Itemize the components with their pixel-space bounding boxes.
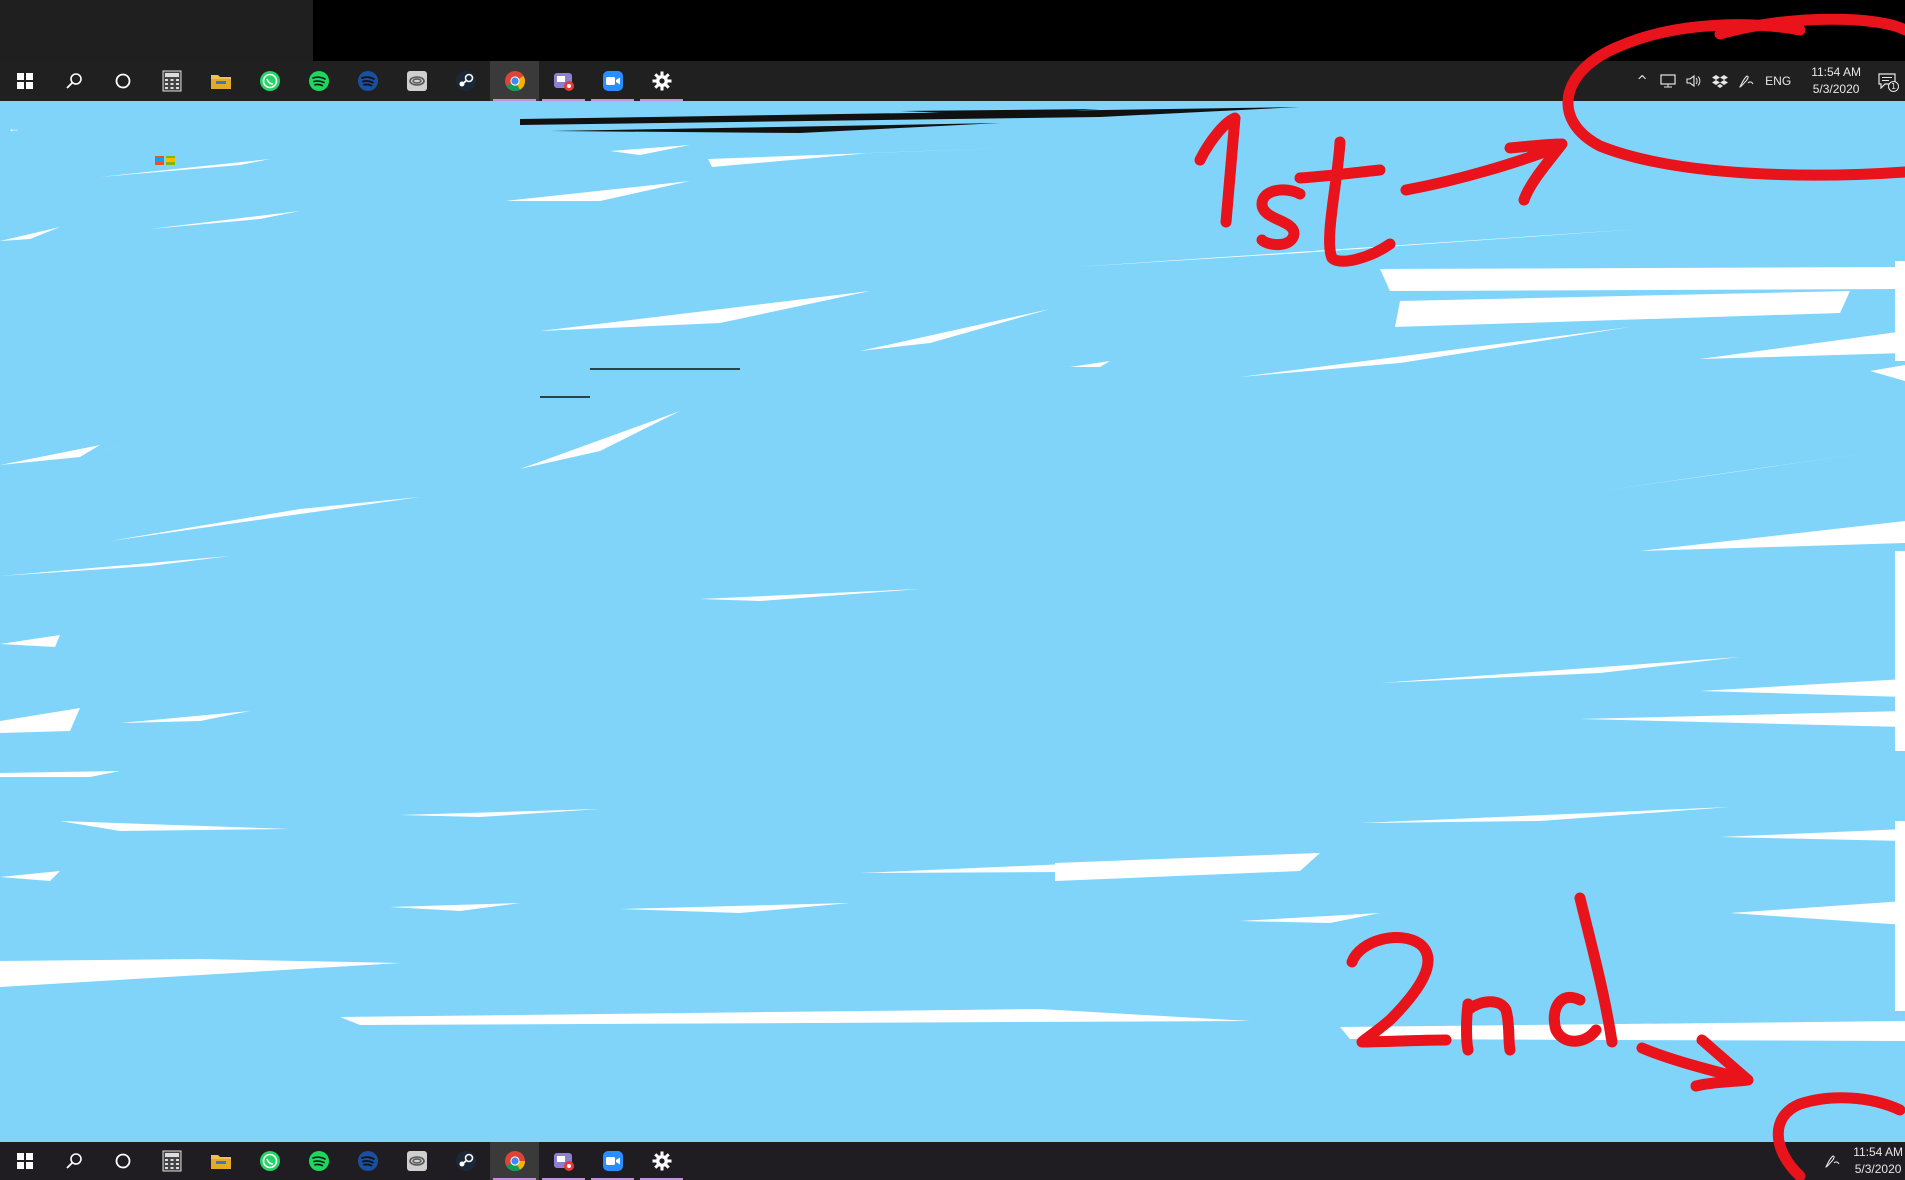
search-icon [65, 73, 82, 89]
chrome-icon [504, 1151, 525, 1172]
folder-icon [210, 75, 231, 89]
system-tray: ^ ENG 11:54 AM 5/3/2020 1 [1629, 61, 1905, 101]
file-explorer-button[interactable] [196, 61, 245, 101]
settings-button-2[interactable] [637, 1142, 686, 1180]
redaction-scribble [0, 107, 1905, 1041]
taskbar-top: ^ ENG 11:54 AM 5/3/2020 1 [0, 61, 1905, 101]
settings-button[interactable] [637, 61, 686, 101]
pen-ink-button-2[interactable] [1819, 1142, 1845, 1180]
action-center-button[interactable]: 1 [1869, 61, 1905, 101]
recorder-button[interactable] [539, 61, 588, 101]
steam-icon [455, 71, 476, 91]
dropbox-icon [1712, 75, 1729, 88]
clock-time: 11:54 AM [1811, 65, 1861, 79]
start-button-2[interactable] [0, 1142, 49, 1180]
settings-icon [652, 1151, 671, 1171]
zoom-button-2[interactable] [588, 1142, 637, 1180]
recorder-icon [553, 73, 574, 91]
settings-icon [652, 71, 671, 91]
network-icon [1660, 74, 1676, 88]
spotify-button[interactable] [294, 61, 343, 101]
search-icon [65, 1153, 82, 1169]
spotify-button-2[interactable] [294, 1142, 343, 1180]
redacted-content-area: ← [0, 101, 1905, 1142]
clock-date-bottom: 5/3/2020 [1854, 1162, 1902, 1176]
pen-icon [1825, 1155, 1840, 1168]
window-top-strip [0, 0, 1905, 61]
spotify-icon [308, 71, 329, 91]
volume-button[interactable] [1681, 61, 1707, 101]
chevron-up-icon: ^ [1636, 73, 1648, 89]
calculator-icon [162, 1150, 181, 1172]
folder-icon [210, 1155, 231, 1169]
cortana-icon [115, 1153, 130, 1169]
search-button-2[interactable] [49, 1142, 98, 1180]
spotify-alt-button[interactable] [343, 61, 392, 101]
clock-date: 5/3/2020 [1812, 82, 1860, 96]
file-explorer-button-2[interactable] [196, 1142, 245, 1180]
whatsapp-button-2[interactable] [245, 1142, 294, 1180]
network-button[interactable] [1655, 61, 1681, 101]
chrome-icon [504, 71, 525, 92]
zoom-button[interactable] [588, 61, 637, 101]
steam-icon [455, 1151, 476, 1171]
pen-icon [1739, 75, 1754, 88]
app-swirl-button[interactable] [392, 61, 441, 101]
cortana-button[interactable] [98, 61, 147, 101]
spotify-alt-icon [357, 71, 378, 91]
chrome-button-2[interactable] [490, 1142, 539, 1180]
calculator-button[interactable] [147, 61, 196, 101]
chrome-button[interactable] [490, 61, 539, 101]
app-swirl-icon [406, 1151, 427, 1171]
screen: ^ ENG 11:54 AM 5/3/2020 1 ← 11:54 AM 5/3… [0, 0, 1905, 1180]
cortana-icon [115, 73, 130, 89]
search-button[interactable] [49, 61, 98, 101]
windows-logo-icon [16, 73, 33, 89]
start-button[interactable] [0, 61, 49, 101]
notification-count: 1 [1888, 81, 1899, 92]
clock-time-bottom: 11:54 AM [1853, 1145, 1903, 1159]
recorder-icon [553, 1153, 574, 1171]
zoom-icon [602, 1151, 623, 1171]
app-swirl-button-2[interactable] [392, 1142, 441, 1180]
steam-button-2[interactable] [441, 1142, 490, 1180]
taskbar-bottom: 11:54 AM 5/3/2020 [0, 1142, 1905, 1180]
app-swirl-icon [406, 71, 427, 91]
calculator-icon [162, 70, 181, 92]
partial-logo [155, 153, 177, 170]
clock-bottom[interactable]: 11:54 AM 5/3/2020 [1845, 1144, 1905, 1178]
volume-icon [1686, 74, 1701, 88]
spotify-alt-button-2[interactable] [343, 1142, 392, 1180]
microsoft-logo-icon [155, 156, 175, 165]
system-tray-bottom: 11:54 AM 5/3/2020 [1819, 1142, 1905, 1180]
steam-button[interactable] [441, 61, 490, 101]
language-indicator[interactable]: ENG [1759, 74, 1803, 88]
whatsapp-icon [259, 71, 280, 91]
spotify-alt-icon [357, 1151, 378, 1171]
zoom-icon [602, 71, 623, 91]
pen-ink-button[interactable] [1733, 61, 1759, 101]
recorder-button-2[interactable] [539, 1142, 588, 1180]
windows-logo-icon [16, 1153, 33, 1169]
clock[interactable]: 11:54 AM 5/3/2020 [1803, 64, 1869, 98]
whatsapp-button[interactable] [245, 61, 294, 101]
dropbox-button[interactable] [1707, 61, 1733, 101]
tray-overflow-button[interactable]: ^ [1629, 61, 1655, 101]
whatsapp-icon [259, 1151, 280, 1171]
spotify-icon [308, 1151, 329, 1171]
back-arrow-icon[interactable]: ← [8, 121, 20, 135]
calculator-button-2[interactable] [147, 1142, 196, 1180]
window-tab-area [0, 0, 313, 61]
cortana-button-2[interactable] [98, 1142, 147, 1180]
